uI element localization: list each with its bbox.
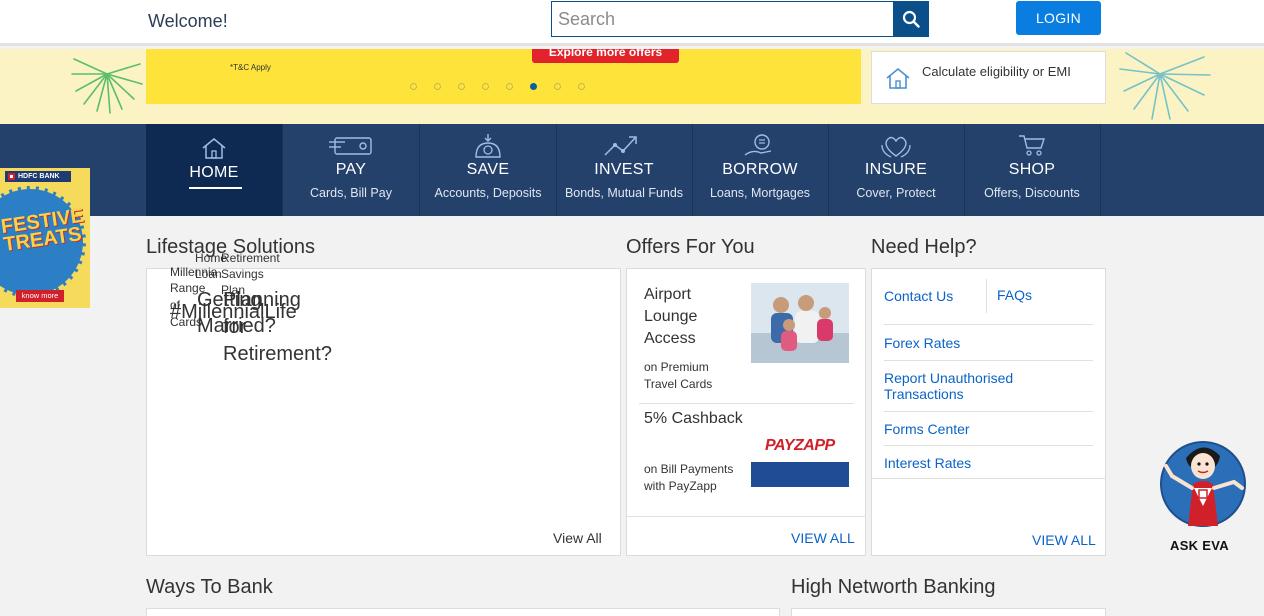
nav-invest[interactable]: INVEST Bonds, Mutual Funds xyxy=(556,124,693,216)
lifestage-text[interactable]: for xyxy=(223,316,246,339)
offer-subtitle: on Bill Payments with PayZapp xyxy=(644,462,734,493)
festive-treats-ad[interactable]: HDFC BANK FESTIVE TREATS know more xyxy=(0,168,90,308)
search-input[interactable] xyxy=(552,2,893,36)
loan-icon xyxy=(744,134,772,156)
help-title: Need Help? xyxy=(871,236,977,258)
interest-rates-link[interactable]: Interest Rates xyxy=(884,455,971,471)
hdfc-logo: HDFC BANK xyxy=(5,171,71,182)
nav-title: SHOP xyxy=(1008,161,1056,178)
divider xyxy=(884,324,1093,325)
nav-home[interactable]: HOME xyxy=(146,124,283,216)
home-icon xyxy=(202,138,226,159)
ask-eva-chatbot[interactable]: ASK EVA xyxy=(1158,436,1250,556)
lifestage-text[interactable]: Retirement xyxy=(221,251,280,265)
carousel-dot[interactable] xyxy=(578,83,585,90)
card-icon xyxy=(329,137,372,155)
divider xyxy=(872,478,1105,479)
firework-burst-icon xyxy=(71,58,143,114)
high-networth-title: High Networth Banking xyxy=(791,576,996,598)
growth-icon xyxy=(604,136,637,156)
ways-to-bank-title: Ways To Bank xyxy=(146,576,273,598)
nav-subtitle: Accounts, Deposits xyxy=(434,186,542,200)
lifestage-text[interactable]: Loan xyxy=(195,267,222,281)
divider xyxy=(884,411,1093,412)
carousel-dot-active[interactable] xyxy=(530,83,537,90)
contact-us-link[interactable]: Contact Us xyxy=(884,288,953,304)
divider xyxy=(884,445,1093,446)
divider xyxy=(639,403,854,404)
nav-pay[interactable]: PAY Cards, Bill Pay xyxy=(283,124,420,216)
ways-to-bank-card xyxy=(146,608,780,616)
top-header: Welcome! LOGIN xyxy=(0,0,1264,46)
promo-banner-strip: Explore more offers *T&C Apply Calculate… xyxy=(0,49,1264,124)
login-button[interactable]: LOGIN xyxy=(1016,1,1101,35)
active-nav-underline xyxy=(189,187,242,189)
payzapp-logo[interactable]: PAYZAPP xyxy=(751,429,849,487)
offer-title[interactable]: Airport Lounge Access xyxy=(644,284,744,350)
faqs-link[interactable]: FAQs xyxy=(997,287,1032,303)
nav-insure[interactable]: INSURE Cover, Protect xyxy=(828,124,965,216)
nav-title: INVEST xyxy=(594,161,654,178)
offers-card: Airport Lounge Access on Premium Travel … xyxy=(626,268,866,556)
family-photo[interactable] xyxy=(751,283,849,363)
help-view-all-link[interactable]: VIEW ALL xyxy=(1032,532,1096,548)
forex-rates-link[interactable]: Forex Rates xyxy=(884,335,960,351)
divider xyxy=(627,516,865,517)
carousel-dot[interactable] xyxy=(506,83,513,90)
eva-avatar-icon xyxy=(1160,441,1246,527)
payzapp-wordmark: PAYZAPP xyxy=(765,437,835,454)
nav-subtitle: Cards, Bill Pay xyxy=(310,186,392,200)
search-icon xyxy=(902,10,920,28)
nav-title: SAVE xyxy=(466,161,510,178)
know-more-button[interactable]: know more xyxy=(16,290,64,302)
offers-title: Offers For You xyxy=(626,236,755,258)
promo-banner[interactable]: Explore more offers *T&C Apply xyxy=(146,49,861,104)
carousel-dot[interactable] xyxy=(410,83,417,90)
nav-subtitle: Offers, Discounts xyxy=(984,186,1080,200)
firework-burst-icon xyxy=(1119,52,1211,120)
tnc-note: *T&C Apply xyxy=(230,63,271,72)
nav-shop[interactable]: SHOP Offers, Discounts xyxy=(964,124,1101,216)
lifestage-view-all-link[interactable]: View All xyxy=(553,530,602,546)
nav-title: INSURE xyxy=(864,161,928,178)
offer-title[interactable]: 5% Cashback xyxy=(644,408,744,430)
divider xyxy=(884,360,1093,361)
nav-subtitle: Loans, Mortgages xyxy=(709,186,811,200)
calc-text: Calculate eligibility or EMI xyxy=(922,64,1071,79)
carousel-dot[interactable] xyxy=(434,83,441,90)
lifestage-text[interactable]: Savings xyxy=(221,267,264,281)
high-networth-card xyxy=(791,608,1106,616)
divider xyxy=(986,279,987,313)
lifestage-card: Millennia Range of Cards #MillennialLife… xyxy=(146,251,621,556)
cart-icon xyxy=(1019,135,1045,156)
report-transactions-link[interactable]: Report Unauthorised Transactions xyxy=(884,370,1044,402)
help-card: Contact Us FAQs Forex Rates Report Unaut… xyxy=(871,268,1106,556)
shield-heart-icon xyxy=(881,136,911,158)
nav-title: PAY xyxy=(335,161,367,178)
forms-center-link[interactable]: Forms Center xyxy=(884,421,970,437)
carousel-dot[interactable] xyxy=(482,83,489,90)
nav-title: BORROW xyxy=(722,161,798,178)
main-nav: HOME PAY Cards, Bill Pay SAVE Accounts, … xyxy=(0,124,1264,216)
nav-subtitle: Cover, Protect xyxy=(856,186,936,200)
offers-view-all-link[interactable]: VIEW ALL xyxy=(791,530,855,546)
welcome-text: Welcome! xyxy=(148,11,228,31)
ask-eva-label: ASK EVA xyxy=(1170,538,1229,553)
house-icon xyxy=(886,67,910,89)
search-button[interactable] xyxy=(893,1,929,37)
carousel-dot[interactable] xyxy=(554,83,561,90)
lifestage-text[interactable]: Planning xyxy=(223,289,301,312)
savings-icon xyxy=(475,134,501,158)
carousel-dots xyxy=(410,83,585,90)
nav-subtitle: Bonds, Mutual Funds xyxy=(564,186,684,200)
nav-borrow[interactable]: BORROW Loans, Mortgages xyxy=(692,124,829,216)
carousel-dot[interactable] xyxy=(458,83,465,90)
explore-offers-button[interactable]: Explore more offers xyxy=(532,49,679,63)
nav-save[interactable]: SAVE Accounts, Deposits xyxy=(420,124,557,216)
search-field[interactable] xyxy=(551,1,894,37)
lifestage-text[interactable]: Retirement? xyxy=(223,343,332,366)
nav-title: HOME xyxy=(189,164,239,181)
offer-subtitle: on Premium Travel Cards xyxy=(644,360,713,391)
emi-calculator-card[interactable]: Calculate eligibility or EMI xyxy=(871,51,1106,104)
